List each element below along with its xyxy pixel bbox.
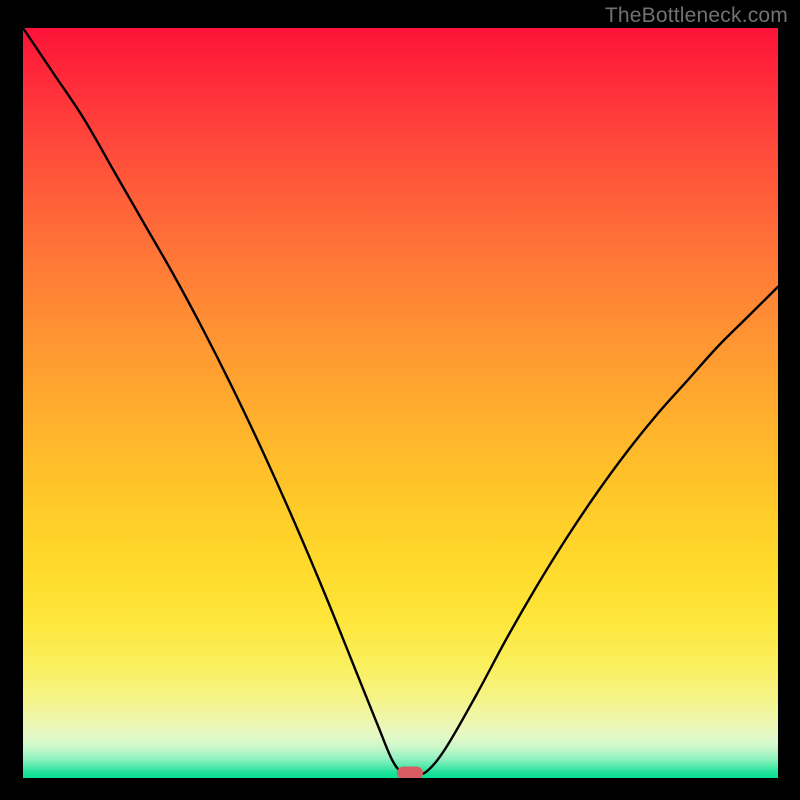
plot-area (23, 28, 778, 778)
optimal-marker (397, 766, 423, 778)
bottleneck-curve (23, 28, 778, 778)
chart-frame: TheBottleneck.com (0, 0, 800, 800)
watermark-text: TheBottleneck.com (605, 4, 788, 28)
